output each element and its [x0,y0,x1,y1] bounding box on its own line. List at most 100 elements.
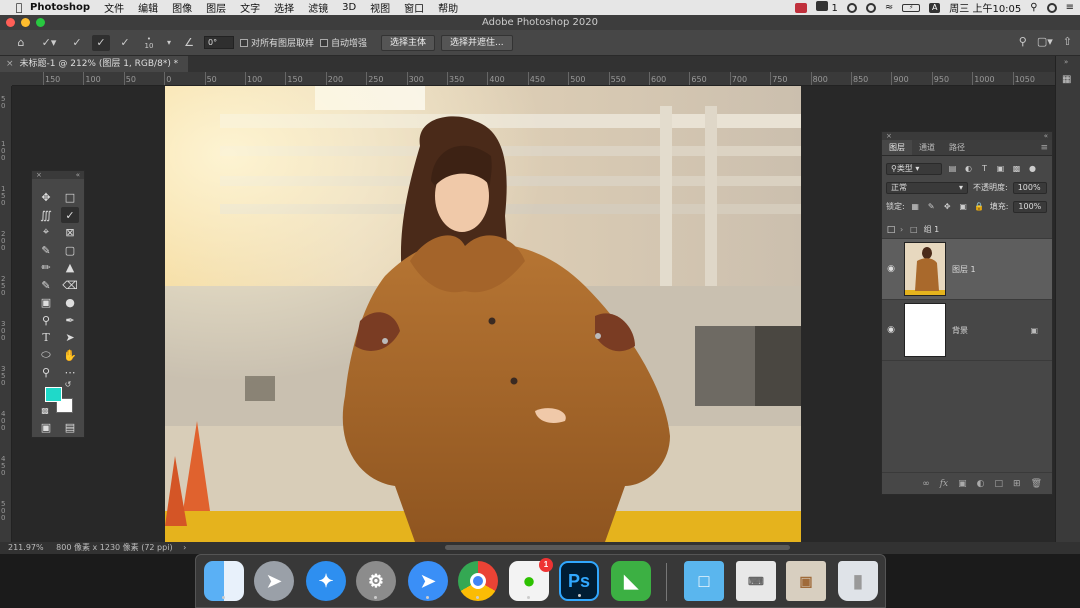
new-group-icon[interactable]: □ [995,479,1004,489]
tools-panel-header[interactable]: × « [32,171,84,179]
fill-input[interactable]: 100% [1013,200,1048,213]
brush-size-picker[interactable]: • 10 [140,35,158,51]
close-panel-icon[interactable]: × [886,132,892,140]
menu-file[interactable]: 文件 [104,0,124,15]
tab-paths[interactable]: 路径 [942,140,972,155]
vpn-icon[interactable] [846,2,857,13]
spotlight-icon[interactable]: ⚲ [1030,2,1037,13]
document-tab[interactable]: × 未标题-1 @ 212% (图层 1, RGB/8*) * [0,56,189,72]
eye-icon[interactable]: ◉ [882,325,900,335]
chrome-icon[interactable] [458,561,498,601]
hand-tool-icon[interactable]: ✋ [61,347,79,363]
tab-layers[interactable]: 图层 [882,140,912,155]
menu-filter[interactable]: 滤镜 [308,0,328,15]
finder-icon[interactable] [204,561,244,601]
close-window-button[interactable] [6,18,15,27]
lasso-tool-icon[interactable]: ∭ [37,207,55,223]
share-icon[interactable]: ⇧ [1063,35,1072,48]
system-preferences-icon[interactable]: ⚙ [356,561,396,601]
menu-help[interactable]: 帮助 [438,0,458,15]
menu-3d[interactable]: 3D [342,2,356,13]
eyedropper-tool-icon[interactable]: ✎ [37,242,55,258]
opacity-input[interactable]: 100% [1012,181,1047,194]
lock-artboard-icon[interactable]: ▣ [958,201,969,212]
filter-smart-object-icon[interactable]: ▩ [1011,163,1022,174]
feishu-icon[interactable]: ➤ [408,561,448,601]
camtasia-icon[interactable]: ◣ [611,561,651,601]
menu-edit[interactable]: 编辑 [138,0,158,15]
tab-channels[interactable]: 通道 [912,140,942,155]
horizontal-scrollbar[interactable] [445,545,790,550]
frame-tool-icon[interactable]: ⊠ [61,224,79,240]
search-icon[interactable]: ⚲ [1019,35,1027,48]
quick-selection-tool-icon[interactable]: ✓ [61,207,79,223]
link-layers-icon[interactable]: ∞ [922,479,930,489]
chevron-right-icon[interactable]: › [183,543,186,552]
gradient-tool-icon[interactable]: ▣ [37,294,55,310]
quick-mask-icon[interactable]: ▣ [37,419,55,435]
wechat-icon[interactable]: ● 1 [509,558,553,601]
wifi-icon[interactable]: ≈ [885,2,893,13]
wechat-status[interactable]: 1 [816,1,838,14]
blend-mode-select[interactable]: 正常 ▾ [886,181,968,194]
close-tab-icon[interactable]: × [6,59,14,69]
canvas-image[interactable] [165,86,801,542]
ruler-origin[interactable] [0,72,12,86]
new-layer-icon[interactable]: ⊞ [1013,479,1021,489]
menu-image[interactable]: 图像 [172,0,192,15]
zoom-tool-icon[interactable]: ⚲ [37,364,55,380]
filter-adjustment-icon[interactable]: ◐ [963,163,974,174]
siri-icon[interactable] [1046,2,1057,13]
visibility-toggle-empty[interactable]: □ [882,225,900,235]
eye-icon[interactable]: ◉ [882,264,900,274]
zoom-window-button[interactable] [36,18,45,27]
marquee-tool-icon[interactable]: □ [61,189,79,205]
folder-icon[interactable]: □ [684,561,724,601]
document-info[interactable]: 800 像素 x 1230 像素 (72 ppi) [56,543,172,552]
lock-transparent-icon[interactable]: ▦ [910,201,921,212]
add-mask-icon[interactable]: ▣ [958,479,967,489]
collapse-panel-icon[interactable]: « [76,171,80,179]
panel-menu-icon[interactable]: ≡ [1040,140,1052,155]
photoshop-icon[interactable]: Ps [559,561,599,601]
swap-colors-icon[interactable]: ↺ [63,379,73,389]
chevron-down-icon[interactable]: ▾ [164,35,174,51]
layer-row-background[interactable]: ◉ 背景 ▣ [882,300,1052,361]
foreground-color-swatch[interactable] [45,387,62,402]
healing-brush-tool-icon[interactable]: ▢ [61,242,79,258]
layers-panel-header[interactable]: × « [882,132,1052,140]
apple-icon[interactable]:  [8,1,30,14]
path-selection-tool-icon[interactable]: ➤ [61,329,79,345]
filter-type-icon[interactable]: T [979,163,990,174]
menu-type[interactable]: 文字 [240,0,260,15]
filter-toggle-icon[interactable]: ● [1027,163,1038,174]
menu-view[interactable]: 视图 [370,0,390,15]
sync-icon[interactable] [865,2,876,13]
chevron-right-icon[interactable]: › [900,225,910,234]
trash-icon[interactable]: ▮ [838,561,878,601]
safari-icon[interactable]: ✦ [306,561,346,601]
filter-shape-icon[interactable]: ▣ [995,163,1006,174]
new-selection-icon[interactable]: ✓ [68,35,86,51]
history-brush-tool-icon[interactable]: ✎ [37,277,55,293]
tool-preset-picker[interactable]: ✓▾ [36,35,62,51]
angle-input[interactable]: 0° [204,36,234,49]
minimize-window-button[interactable] [21,18,30,27]
screen-mode-icon[interactable]: ▤ [61,419,79,435]
clock[interactable]: 周三 上午10:05 [949,0,1021,15]
horizontal-ruler[interactable]: 150 100 50 0 50 100 150 200 250 300 350 400 450 500 55… [12,72,1055,86]
screenshot-thumbnail-2-icon[interactable]: ▣ [786,561,826,601]
filter-pixel-icon[interactable]: ▤ [947,163,958,174]
notification-center-icon[interactable]: ≡ [1066,2,1074,13]
adjustment-layer-icon[interactable]: ◐ [977,479,985,489]
add-to-selection-icon[interactable]: ✓ [92,34,110,51]
select-subject-button[interactable]: 选择主体 [381,34,436,51]
pen-tool-icon[interactable]: ✒ [61,312,79,328]
type-tool-icon[interactable]: T [37,329,55,345]
move-tool-icon[interactable]: ✥ [37,189,55,205]
home-icon[interactable]: ⌂ [12,35,30,51]
dodge-tool-icon[interactable]: ⚲ [37,312,55,328]
close-panel-icon[interactable]: × [36,171,42,179]
screenshot-thumbnail-icon[interactable]: ⌨ [736,561,776,601]
trash-icon[interactable]: 🗑 [1031,479,1042,489]
